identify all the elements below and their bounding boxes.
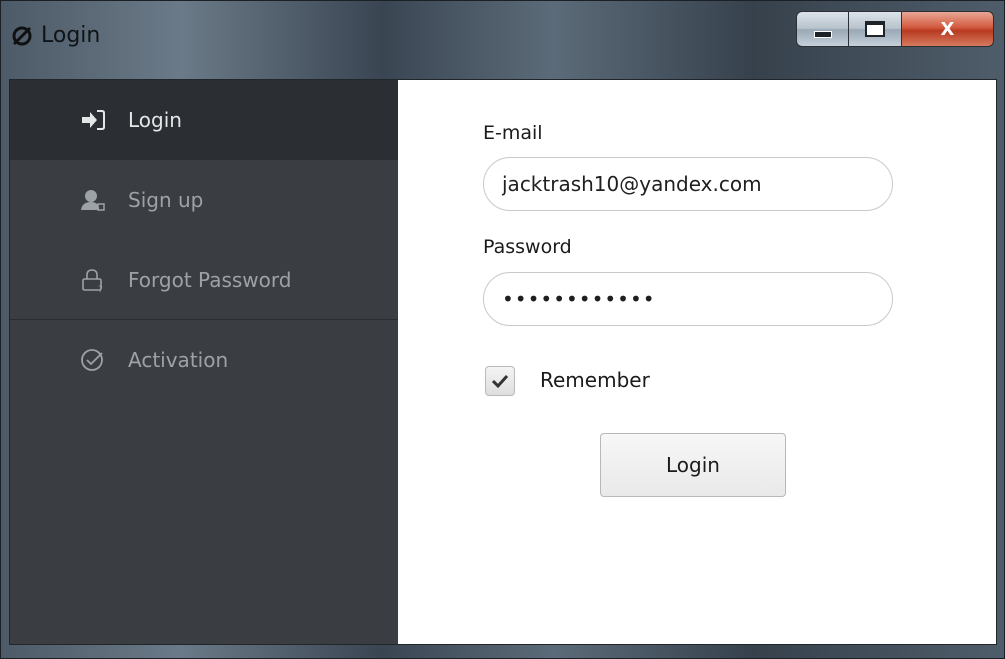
sidebar-item-forgot-password[interactable]: ? Forgot Password bbox=[10, 240, 398, 320]
lock-question-icon: ? bbox=[80, 267, 106, 293]
window-controls: X bbox=[796, 11, 994, 47]
login-button[interactable]: Login bbox=[600, 433, 786, 497]
app-logo-icon bbox=[11, 25, 33, 47]
password-field[interactable] bbox=[483, 272, 893, 326]
remember-label[interactable]: Remember bbox=[540, 368, 650, 392]
login-form: E-mail Password Remember Login bbox=[398, 80, 996, 644]
password-label: Password bbox=[483, 236, 572, 258]
maximize-button[interactable] bbox=[849, 11, 902, 47]
window-title: Login bbox=[41, 23, 101, 48]
maximize-icon bbox=[865, 21, 885, 37]
login-window: Login X Login Sign up ? Forgot Password … bbox=[0, 0, 1005, 659]
sidebar-item-label: Login bbox=[128, 108, 182, 132]
close-icon: X bbox=[940, 18, 955, 40]
minimize-button[interactable] bbox=[796, 11, 849, 47]
check-circle-icon bbox=[80, 347, 106, 373]
checkmark-icon bbox=[491, 374, 509, 389]
close-button[interactable]: X bbox=[902, 11, 994, 47]
email-field[interactable] bbox=[483, 157, 893, 211]
sidebar-item-login[interactable]: Login bbox=[10, 80, 398, 160]
email-label: E-mail bbox=[483, 122, 543, 144]
svg-text:?: ? bbox=[98, 285, 103, 293]
user-add-icon bbox=[80, 187, 106, 213]
sidebar-item-label: Forgot Password bbox=[128, 267, 292, 292]
sign-in-icon bbox=[80, 107, 106, 133]
sidebar-item-sign-up[interactable]: Sign up bbox=[10, 160, 398, 240]
sidebar-item-label: Sign up bbox=[128, 188, 204, 212]
remember-checkbox[interactable] bbox=[485, 366, 515, 396]
sidebar-item-label: Activation bbox=[128, 348, 229, 372]
sidebar: Login Sign up ? Forgot Password Activati… bbox=[10, 80, 398, 644]
window-content: Login Sign up ? Forgot Password Activati… bbox=[9, 79, 997, 645]
minimize-icon bbox=[813, 30, 832, 38]
sidebar-item-activation[interactable]: Activation bbox=[10, 320, 398, 400]
title-bar[interactable]: Login X bbox=[1, 1, 1004, 79]
